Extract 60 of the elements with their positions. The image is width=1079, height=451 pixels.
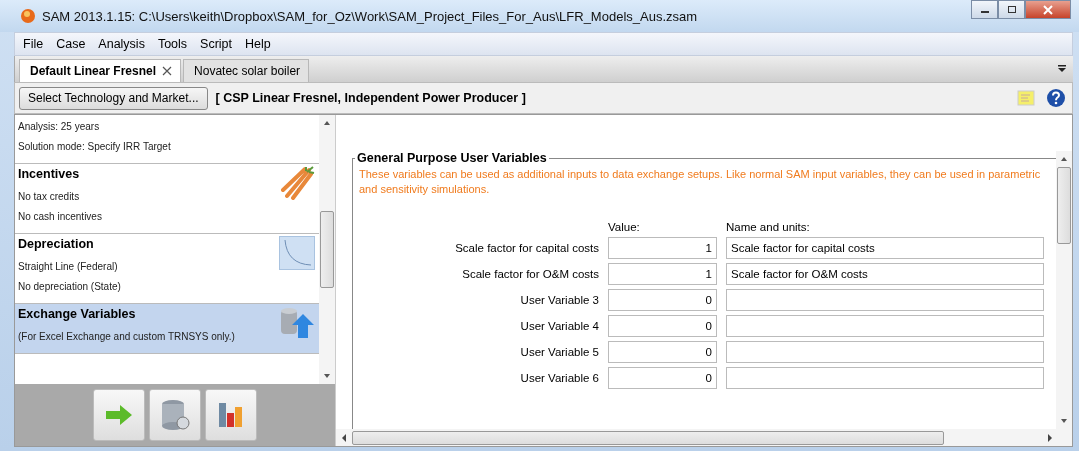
arrow-right-icon bbox=[104, 404, 134, 426]
field-label: User Variable 4 bbox=[519, 320, 599, 332]
window-title: SAM 2013.1.15: C:\Users\keith\Dropbox\SAM_for_Oz\Work\SAM_Project_Files_For_Aus\LFR_Models_Aus.zsam bbox=[42, 8, 698, 24]
sidebar-item[interactable]: Exchange Variables (For Excel Exchange and custom TRNSYS only.) bbox=[15, 304, 319, 354]
field-label: User Variable 6 bbox=[519, 372, 599, 384]
scrollbar[interactable] bbox=[1056, 151, 1072, 429]
scrollbar-thumb[interactable] bbox=[1057, 167, 1071, 244]
run-button[interactable] bbox=[93, 389, 145, 441]
name-field[interactable] bbox=[726, 289, 1044, 311]
help-icon[interactable] bbox=[1046, 88, 1066, 108]
column-header: Name and units: bbox=[726, 221, 811, 233]
scroll-left-icon[interactable] bbox=[340, 432, 348, 443]
menu-item[interactable]: Analysis bbox=[98, 37, 145, 51]
value-field[interactable]: 1 bbox=[608, 237, 717, 259]
name-field[interactable]: Scale factor for capital costs bbox=[726, 237, 1044, 259]
scrollbar[interactable] bbox=[319, 115, 335, 384]
dropdown-arrow-icon[interactable] bbox=[1057, 65, 1067, 73]
scrollbar-thumb[interactable] bbox=[352, 430, 944, 445]
value-field[interactable]: 0 bbox=[608, 315, 717, 337]
configuration-label: [ CSP Linear Fresnel, Independent Power Producer ] bbox=[215, 91, 526, 105]
close-icon[interactable] bbox=[162, 66, 173, 76]
maximize-button[interactable] bbox=[998, 0, 1025, 19]
menu-item[interactable]: File bbox=[23, 37, 44, 51]
field-label: Scale factor for O&M costs bbox=[461, 268, 599, 280]
name-field[interactable] bbox=[726, 367, 1044, 389]
scrollbar-thumb[interactable] bbox=[320, 211, 334, 288]
horizontal-scrollbar[interactable] bbox=[336, 429, 1072, 446]
value-field[interactable]: 0 bbox=[608, 341, 717, 363]
database-arrow-icon bbox=[279, 306, 315, 340]
value-field[interactable]: 0 bbox=[608, 289, 717, 311]
menu-item[interactable]: Help bbox=[245, 37, 271, 51]
database-gear-button[interactable] bbox=[149, 389, 201, 441]
carrots-icon bbox=[279, 166, 315, 200]
select-technology-button[interactable]: Select Technology and Market... bbox=[19, 86, 208, 110]
chart-curve-icon bbox=[279, 236, 315, 270]
name-field[interactable] bbox=[726, 341, 1044, 363]
maximize-icon bbox=[1006, 5, 1017, 14]
case-tab[interactable]: Novatec solar boiler bbox=[183, 59, 310, 82]
field-label: User Variable 5 bbox=[519, 346, 599, 358]
menu-item[interactable]: Case bbox=[56, 37, 86, 51]
group-title: General Purpose User Variables bbox=[356, 151, 548, 165]
menu-item[interactable]: Script bbox=[200, 37, 233, 51]
close-icon bbox=[1042, 4, 1054, 15]
database-gear-icon bbox=[160, 399, 190, 431]
value-field[interactable]: 1 bbox=[608, 263, 717, 285]
column-header: Value: bbox=[608, 221, 641, 233]
close-button[interactable] bbox=[1025, 0, 1071, 19]
scroll-right-icon[interactable] bbox=[1046, 432, 1054, 443]
name-field[interactable]: Scale factor for O&M costs bbox=[726, 263, 1044, 285]
minimize-button[interactable] bbox=[971, 0, 998, 19]
field-label: Scale factor for capital costs bbox=[454, 242, 599, 254]
value-field[interactable]: 0 bbox=[608, 367, 717, 389]
field-label: User Variable 3 bbox=[519, 294, 599, 306]
group-description: These variables can be used as additional inputs to data exchange setups. Like normal SAM input variables, they can be used in parametric and sensitivity simulations. bbox=[359, 167, 1042, 197]
bar-chart-button[interactable] bbox=[205, 389, 257, 441]
menu-item[interactable]: Tools bbox=[157, 37, 188, 51]
name-field[interactable] bbox=[726, 315, 1044, 337]
sidebar-item[interactable]: Incentives No tax credits No cash incentives bbox=[15, 164, 319, 234]
case-tab[interactable]: Default Linear Fresnel bbox=[19, 59, 182, 82]
app-logo-icon bbox=[20, 8, 36, 24]
